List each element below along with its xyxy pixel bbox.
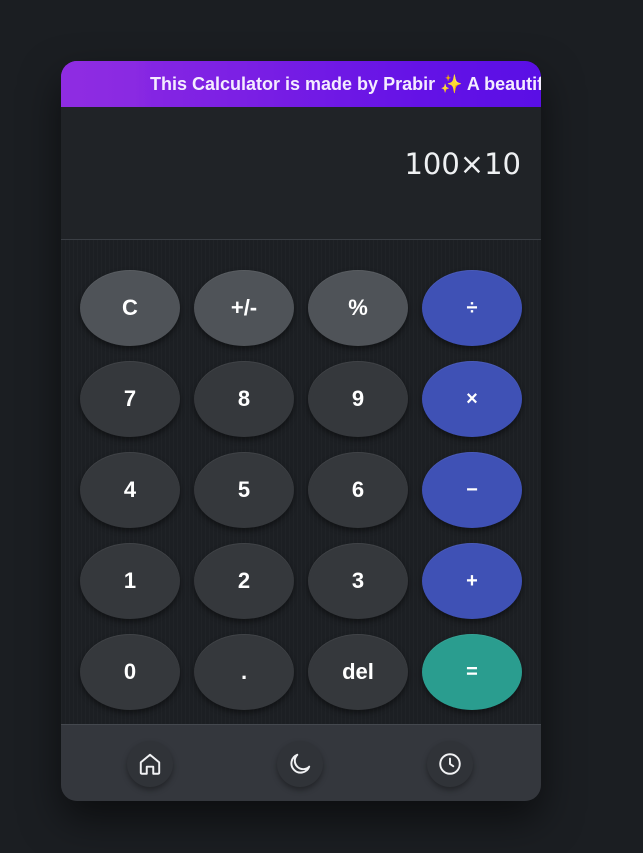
delete-button[interactable]: del [308, 634, 408, 710]
footer-nav [61, 724, 541, 801]
digit-5-button[interactable]: 5 [194, 452, 294, 528]
multiply-button[interactable]: × [422, 361, 522, 437]
display-value: 100×10 [404, 147, 521, 181]
plus-button[interactable]: + [422, 543, 522, 619]
banner-text: This Calculator is made by Prabir ✨ A be… [150, 74, 541, 94]
display-panel: 100×10 [61, 107, 541, 240]
digit-2-button[interactable]: 2 [194, 543, 294, 619]
decimal-button[interactable]: . [194, 634, 294, 710]
digit-3-button[interactable]: 3 [308, 543, 408, 619]
keypad: C +/- % ÷ 7 8 9 × 4 5 6 − 1 2 3 + 0 . de… [61, 240, 541, 724]
digit-1-button[interactable]: 1 [80, 543, 180, 619]
digit-6-button[interactable]: 6 [308, 452, 408, 528]
sign-toggle-button[interactable]: +/- [194, 270, 294, 346]
marquee-banner: This Calculator is made by Prabir ✨ A be… [61, 61, 541, 107]
theme-toggle-button[interactable] [277, 741, 323, 787]
moon-icon [290, 753, 311, 774]
calculator: This Calculator is made by Prabir ✨ A be… [61, 61, 541, 801]
digit-7-button[interactable]: 7 [80, 361, 180, 437]
equals-button[interactable]: = [422, 634, 522, 710]
divide-button[interactable]: ÷ [422, 270, 522, 346]
minus-button[interactable]: − [422, 452, 522, 528]
clock-icon [439, 753, 461, 775]
clear-button[interactable]: C [80, 270, 180, 346]
digit-8-button[interactable]: 8 [194, 361, 294, 437]
digit-9-button[interactable]: 9 [308, 361, 408, 437]
percent-button[interactable]: % [308, 270, 408, 346]
home-button[interactable] [127, 741, 173, 787]
digit-0-button[interactable]: 0 [80, 634, 180, 710]
banner-fade [61, 61, 151, 107]
digit-4-button[interactable]: 4 [80, 452, 180, 528]
home-icon [139, 753, 161, 775]
history-button[interactable] [427, 741, 473, 787]
